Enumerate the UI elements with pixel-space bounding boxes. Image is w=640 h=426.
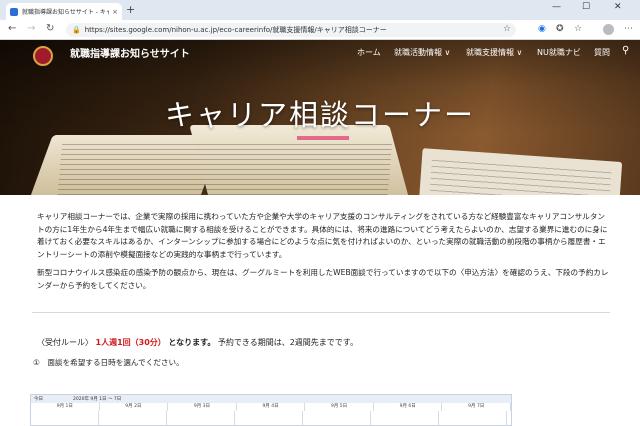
calendar-day: 9月 5日	[305, 403, 374, 411]
calendar-range: 2020年 9月 1日 ～ 7日	[73, 397, 122, 402]
tab-close-icon[interactable]: ×	[112, 8, 118, 16]
search-icon[interactable]: ⚲	[622, 45, 629, 56]
browser-titlebar: 就職指導課お知らせサイト - キャリア × + — ☐ ✕	[0, 0, 640, 20]
forward-button[interactable]: →	[27, 23, 35, 34]
favorite-star-icon[interactable]: ☆	[503, 24, 511, 34]
browser-tab[interactable]: 就職指導課お知らせサイト - キャリア ×	[6, 3, 122, 20]
page-title: キャリア相談コーナー	[164, 98, 475, 132]
url-text[interactable]: https://sites.google.com/nihon-u.ac.jp/e…	[85, 25, 387, 35]
title-accent-bar	[297, 136, 349, 140]
calendar-grid[interactable]	[31, 411, 511, 426]
site-title[interactable]: 就職指導課お知らせサイト	[70, 45, 190, 60]
tab-title: 就職指導課お知らせサイト - キャリア	[22, 9, 110, 16]
calendar-day: 9月 6日	[374, 403, 443, 411]
nav-nu-navi[interactable]: NU就職ナビ	[537, 47, 581, 58]
nav-job-hunting-info[interactable]: 就職活動情報 ∨	[394, 47, 450, 58]
site-logo[interactable]	[33, 46, 53, 66]
calendar-day: 9月 3日	[168, 403, 237, 411]
collections-icon[interactable]: ✪	[556, 24, 564, 34]
reload-button[interactable]: ↻	[46, 23, 54, 34]
close-window-button[interactable]: ✕	[614, 2, 622, 12]
step-1: ① 面談を希望する日時を選んでください。	[33, 358, 184, 367]
address-bar[interactable]: 🔒 https://sites.google.com/nihon-u.ac.jp…	[66, 23, 516, 37]
nav-questions[interactable]: 質問	[594, 47, 610, 58]
book-text-lines	[57, 140, 393, 195]
nav-job-support-info[interactable]: 就職支援情報 ∨	[466, 47, 522, 58]
site-favicon-icon	[10, 7, 18, 16]
calendar-day: 9月 4日	[237, 403, 306, 411]
profile-avatar[interactable]	[603, 24, 614, 35]
rule-highlight: 1人週1回（30分）	[95, 338, 166, 347]
reception-rule: 〈受付ルール〉 1人週1回（30分） となります。 予約できる期間は、2週間先ま…	[37, 337, 358, 348]
calendar-day-headers: 9月 1日 9月 2日 9月 3日 9月 4日 9月 5日 9月 6日 9月 7…	[31, 403, 512, 411]
nav-home[interactable]: ホーム	[357, 47, 381, 58]
minimize-button[interactable]: —	[552, 2, 561, 12]
browser-toolbar: ← → ↻ 🔒 https://sites.google.com/nihon-u…	[0, 20, 640, 40]
new-tab-button[interactable]: +	[126, 3, 135, 17]
back-button[interactable]: ←	[8, 23, 16, 34]
extension-icon[interactable]: ◉	[538, 24, 546, 34]
calendar-today-button[interactable]: 今日	[34, 396, 43, 402]
booking-calendar[interactable]: 今日 2020年 9月 1日 ～ 7日 9月 1日 9月 2日 9月 3日 9月…	[30, 394, 512, 426]
rule-rest: 予約できる期間は、2週間先までです。	[217, 338, 359, 347]
calendar-day: 9月 2日	[100, 403, 169, 411]
notice-paragraph: 新型コロナウイルス感染症の感染予防の観点から、現在は、グーグルミートを利用したW…	[37, 268, 609, 290]
lock-icon: 🔒	[72, 26, 81, 34]
rule-bold: となります。	[168, 338, 216, 347]
calendar-day: 9月 1日	[31, 403, 100, 411]
section-divider	[32, 312, 610, 313]
favorites-icon[interactable]: ☆	[574, 24, 582, 34]
menu-icon[interactable]: ⋯	[624, 24, 633, 34]
intro-paragraph: キャリア相談コーナーでは、企業で実際の採用に携わっていた方や企業や大学のキャリア…	[37, 212, 608, 259]
calendar-day: 9月 7日	[442, 403, 512, 411]
calendar-header: 今日 2020年 9月 1日 ～ 7日	[31, 395, 511, 403]
rule-label: 〈受付ルール〉	[37, 338, 93, 347]
maximize-button[interactable]: ☐	[582, 2, 590, 12]
